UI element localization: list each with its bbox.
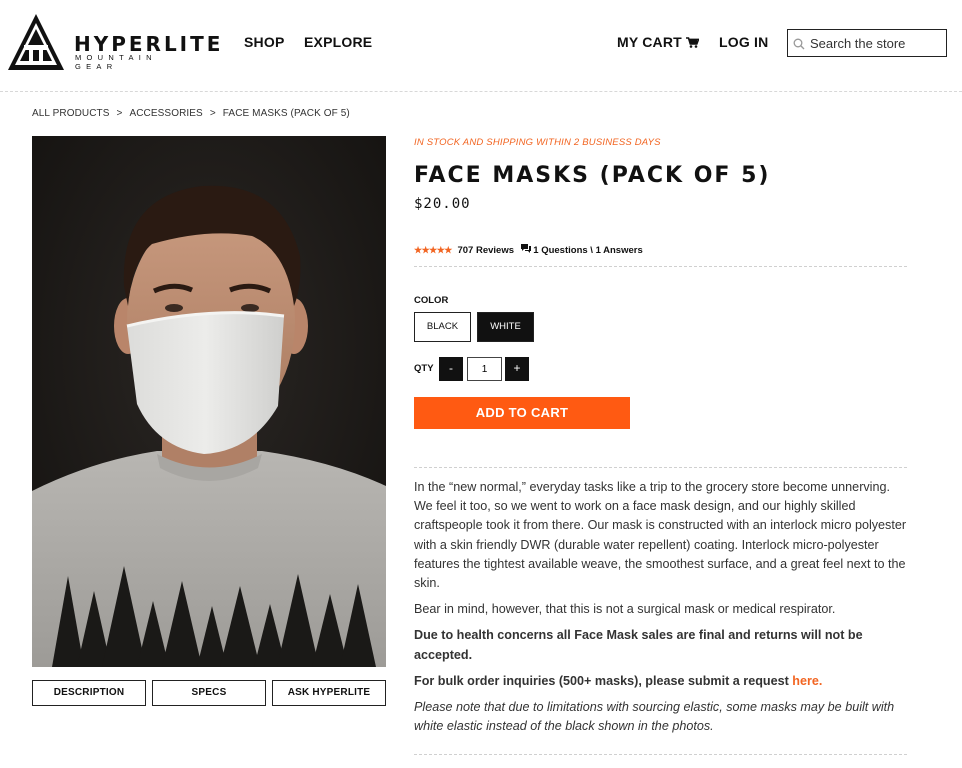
questions-link[interactable]: 1 Questions \ 1 Answers xyxy=(533,245,642,256)
description-paragraph: In the “new normal,” everyday tasks like… xyxy=(414,480,907,591)
nav-cart-label: MY CART xyxy=(617,34,682,50)
nav-shop[interactable]: SHOP xyxy=(244,34,284,50)
site-header: HYPERLITE MOUNTAIN GEAR SHOP EXPLORE MY … xyxy=(0,0,962,92)
product-title: FACE MASKS (PACK OF 5) xyxy=(414,163,771,188)
stock-status: IN STOCK AND SHIPPING WITHIN 2 BUSINESS … xyxy=(414,137,661,148)
add-to-cart-button[interactable]: ADD TO CART xyxy=(414,397,630,429)
nav-explore[interactable]: EXPLORE xyxy=(304,34,372,50)
returns-notice: Due to health concerns all Face Mask sal… xyxy=(414,628,863,662)
rating-summary: ★★★★★ 707 Reviews 1 Questions \ 1 Answer… xyxy=(414,244,643,256)
description-disclaimer: Bear in mind, however, that this is not … xyxy=(414,602,836,617)
qty-input[interactable] xyxy=(467,357,502,381)
nav-login[interactable]: LOG IN xyxy=(719,34,768,50)
breadcrumb-separator: > xyxy=(209,108,216,119)
product-photo-illustration xyxy=(32,136,386,667)
search-input[interactable] xyxy=(810,33,942,53)
reviews-link[interactable]: 707 Reviews xyxy=(457,245,514,256)
bulk-order-link[interactable]: here. xyxy=(792,674,822,688)
bulk-order-notice: For bulk order inquiries (500+ masks), p… xyxy=(414,672,909,691)
breadcrumb-separator: > xyxy=(116,108,123,119)
product-price: $20.00 xyxy=(414,196,471,212)
color-label: COLOR xyxy=(414,295,449,306)
color-option-black[interactable]: BLACK xyxy=(414,312,471,342)
breadcrumb-accessories[interactable]: ACCESSORIES xyxy=(129,108,202,119)
brand-subtitle: MOUNTAIN GEAR xyxy=(75,53,157,71)
elastic-notice: Please note that due to limitations with… xyxy=(414,700,895,734)
nav-my-cart[interactable]: MY CART xyxy=(617,34,699,50)
search-box xyxy=(787,29,947,57)
tab-ask-hyperlite[interactable]: ASK HYPERLITE xyxy=(272,680,386,706)
color-option-white[interactable]: WHITE xyxy=(477,312,534,342)
tab-description[interactable]: DESCRIPTION xyxy=(32,680,146,706)
divider xyxy=(414,266,907,267)
qty-decrease-button[interactable]: - xyxy=(439,357,463,381)
bulk-order-text: For bulk order inquiries (500+ masks), p… xyxy=(414,673,793,688)
rating-stars: ★★★★★ xyxy=(414,245,452,255)
question-chat-icon xyxy=(520,244,531,253)
divider xyxy=(414,754,907,755)
product-description: In the “new normal,” everyday tasks like… xyxy=(414,478,909,743)
logo-mountain-icon xyxy=(8,14,64,70)
breadcrumb: ALL PRODUCTS > ACCESSORIES > FACE MASKS (PAC… xyxy=(32,108,350,119)
qty-label: QTY xyxy=(414,363,434,374)
brand-logo[interactable]: HYPERLITE MOUNTAIN GEAR xyxy=(6,12,220,72)
search-icon xyxy=(793,38,805,50)
qty-increase-button[interactable]: + xyxy=(505,357,529,381)
product-image[interactable] xyxy=(32,136,386,667)
breadcrumb-all-products[interactable]: ALL PRODUCTS xyxy=(32,108,110,119)
tab-specs[interactable]: SPECS xyxy=(152,680,266,706)
breadcrumb-current: FACE MASKS (PACK OF 5) xyxy=(222,108,350,119)
divider xyxy=(414,467,907,468)
cart-icon xyxy=(685,37,699,48)
